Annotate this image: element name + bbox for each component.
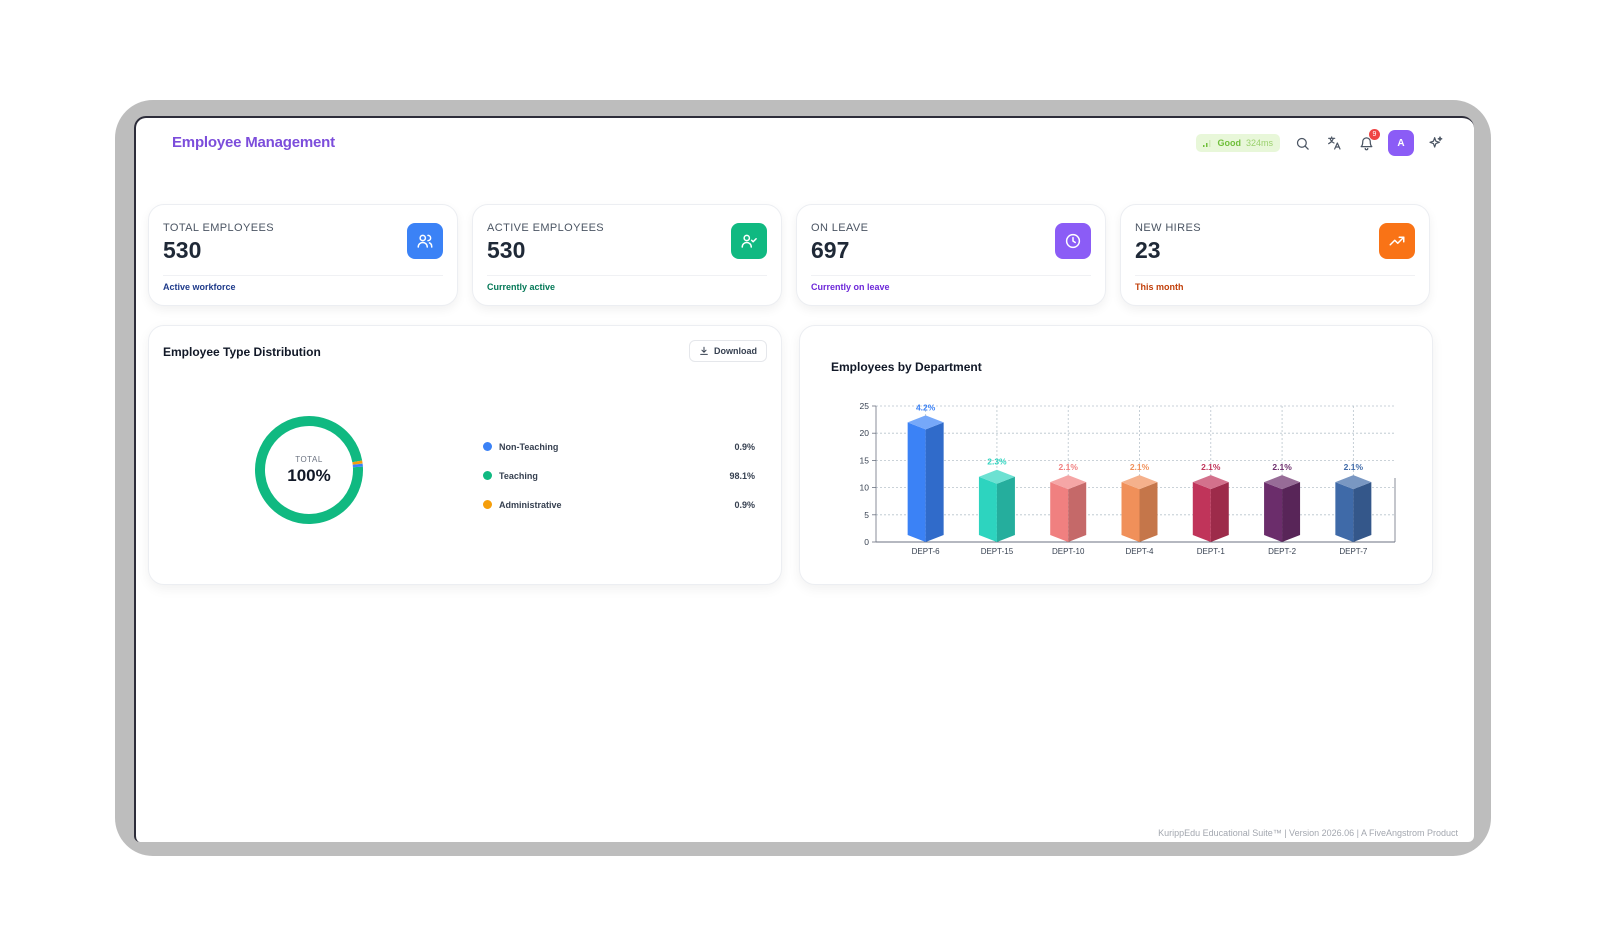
stat-icon-box bbox=[1379, 223, 1415, 259]
y-tick-label: 0 bbox=[864, 537, 869, 547]
bar-dept-4[interactable] bbox=[1121, 475, 1158, 542]
divider bbox=[1135, 275, 1415, 276]
network-latency: 324ms bbox=[1245, 138, 1273, 148]
bar-dept-7[interactable] bbox=[1335, 475, 1372, 542]
bar-dept-2[interactable] bbox=[1264, 475, 1301, 542]
legend-value: 0.9% bbox=[734, 441, 755, 452]
users-icon bbox=[417, 234, 433, 248]
divider bbox=[487, 275, 767, 276]
footer-text: KurippEdu Educational Suite™ | Version 2… bbox=[1158, 828, 1458, 838]
y-tick-label: 20 bbox=[860, 428, 870, 438]
x-tick-label: DEPT-7 bbox=[1339, 547, 1368, 556]
signal-icon bbox=[1203, 140, 1211, 147]
stat-subtitle: Active workforce bbox=[163, 282, 236, 292]
bar-data-label: 2.1% bbox=[1059, 462, 1079, 472]
legend-dot bbox=[483, 442, 492, 451]
stat-card-total-employees: TOTAL EMPLOYEES 530 Active workforce bbox=[148, 204, 458, 306]
panel-title: Employee Type Distribution bbox=[163, 345, 321, 359]
x-tick-label: DEPT-10 bbox=[1052, 547, 1085, 556]
stat-card-active-employees: ACTIVE EMPLOYEES 530 Currently active bbox=[472, 204, 782, 306]
legend-value: 0.9% bbox=[734, 499, 755, 510]
user-check-icon bbox=[741, 234, 757, 248]
employees-by-department-panel: Employees by Department 0 5 10 15 20 25 4.2% DE… bbox=[799, 325, 1433, 585]
network-status-badge[interactable]: Good 324ms bbox=[1196, 134, 1280, 152]
stat-card-on-leave: ON LEAVE 697 Currently on leave bbox=[796, 204, 1106, 306]
legend-label: Teaching bbox=[499, 470, 538, 481]
y-tick-label: 10 bbox=[860, 483, 870, 493]
stat-label: ACTIVE EMPLOYEES bbox=[487, 222, 605, 234]
panel-title: Employees by Department bbox=[831, 360, 982, 374]
stat-value: 697 bbox=[811, 237, 850, 263]
toolbar-actions: Good 324ms 9 A bbox=[1196, 129, 1446, 156]
page-title: Employee Management bbox=[172, 134, 335, 151]
stat-subtitle: This month bbox=[1135, 282, 1184, 292]
stat-value: 23 bbox=[1135, 237, 1161, 263]
bar-chart: 0 5 10 15 20 25 4.2% DEPT-6 2.3% DEPT-15 2.1% DEPT-… bbox=[860, 401, 1396, 556]
bar-data-label: 4.2% bbox=[916, 402, 936, 412]
avatar[interactable]: A bbox=[1388, 130, 1414, 156]
x-tick-label: DEPT-1 bbox=[1197, 547, 1226, 556]
stat-value: 530 bbox=[487, 237, 526, 263]
network-status-text: Good bbox=[1217, 138, 1241, 148]
bar-data-label: 2.1% bbox=[1344, 462, 1364, 472]
donut-center-value: 100% bbox=[287, 465, 331, 485]
bar-data-label: 2.3% bbox=[987, 457, 1007, 467]
sparkle-icon bbox=[1429, 136, 1443, 148]
search-icon bbox=[1296, 137, 1309, 150]
download-button[interactable]: Download bbox=[689, 340, 767, 362]
legend-value: 98.1% bbox=[729, 470, 755, 481]
x-tick-label: DEPT-6 bbox=[912, 547, 941, 556]
bar-data-label: 2.1% bbox=[1272, 462, 1292, 472]
app-screen: Employee Management Good 324ms 9 A TOTAL… bbox=[134, 116, 1474, 842]
stat-label: ON LEAVE bbox=[811, 222, 869, 234]
chart-legend: Non-Teaching 0.9% Teaching 98.1% Administrat… bbox=[483, 432, 755, 519]
legend-label: Non-Teaching bbox=[499, 441, 559, 452]
stat-subtitle: Currently on leave bbox=[811, 282, 890, 292]
y-tick-label: 5 bbox=[864, 510, 869, 520]
divider bbox=[811, 275, 1091, 276]
top-bar: Employee Management Good 324ms 9 A bbox=[136, 118, 1474, 166]
legend-item[interactable]: Teaching 98.1% bbox=[483, 461, 755, 490]
bar-dept-6[interactable] bbox=[907, 415, 944, 542]
bar-dept-15[interactable] bbox=[978, 469, 1015, 542]
legend-dot bbox=[483, 471, 492, 480]
notifications-button[interactable]: 9 bbox=[1356, 129, 1380, 153]
employee-type-distribution-panel: Employee Type Distribution Download TOTA… bbox=[148, 325, 782, 585]
stat-icon-box bbox=[407, 223, 443, 259]
legend-item[interactable]: Administrative 0.9% bbox=[483, 490, 755, 519]
translate-icon bbox=[1328, 136, 1341, 150]
ai-assistant-button[interactable] bbox=[1426, 133, 1446, 153]
stat-value: 530 bbox=[163, 237, 202, 263]
donut-center-label: TOTAL bbox=[295, 454, 323, 464]
download-icon bbox=[700, 346, 708, 355]
bar-data-label: 2.1% bbox=[1201, 462, 1221, 472]
notification-count-badge: 9 bbox=[1369, 129, 1380, 140]
y-tick-label: 25 bbox=[860, 401, 870, 411]
stat-icon-box bbox=[731, 223, 767, 259]
stat-subtitle: Currently active bbox=[487, 282, 556, 292]
bar-data-label: 2.1% bbox=[1130, 462, 1150, 472]
stat-label: TOTAL EMPLOYEES bbox=[163, 222, 274, 234]
clock-icon bbox=[1065, 233, 1081, 249]
y-tick-label: 15 bbox=[860, 455, 870, 465]
donut-center: TOTAL 100% bbox=[253, 414, 365, 526]
stat-label: NEW HIRES bbox=[1135, 222, 1201, 234]
stat-card-new-hires: NEW HIRES 23 This month bbox=[1120, 204, 1430, 306]
x-tick-label: DEPT-4 bbox=[1125, 547, 1154, 556]
legend-dot bbox=[483, 500, 492, 509]
x-tick-label: DEPT-15 bbox=[981, 547, 1014, 556]
x-tick-label: DEPT-2 bbox=[1268, 547, 1297, 556]
stat-icon-box bbox=[1055, 223, 1091, 259]
bar-dept-1[interactable] bbox=[1192, 475, 1229, 542]
download-label: Download bbox=[714, 346, 757, 356]
donut-chart: TOTAL 100% bbox=[253, 414, 365, 526]
search-button[interactable] bbox=[1292, 133, 1312, 153]
trending-up-icon bbox=[1389, 236, 1405, 246]
divider bbox=[163, 275, 443, 276]
legend-item[interactable]: Non-Teaching 0.9% bbox=[483, 432, 755, 461]
bar-dept-10[interactable] bbox=[1050, 475, 1087, 542]
legend-label: Administrative bbox=[499, 499, 562, 510]
translate-button[interactable] bbox=[1324, 133, 1344, 153]
